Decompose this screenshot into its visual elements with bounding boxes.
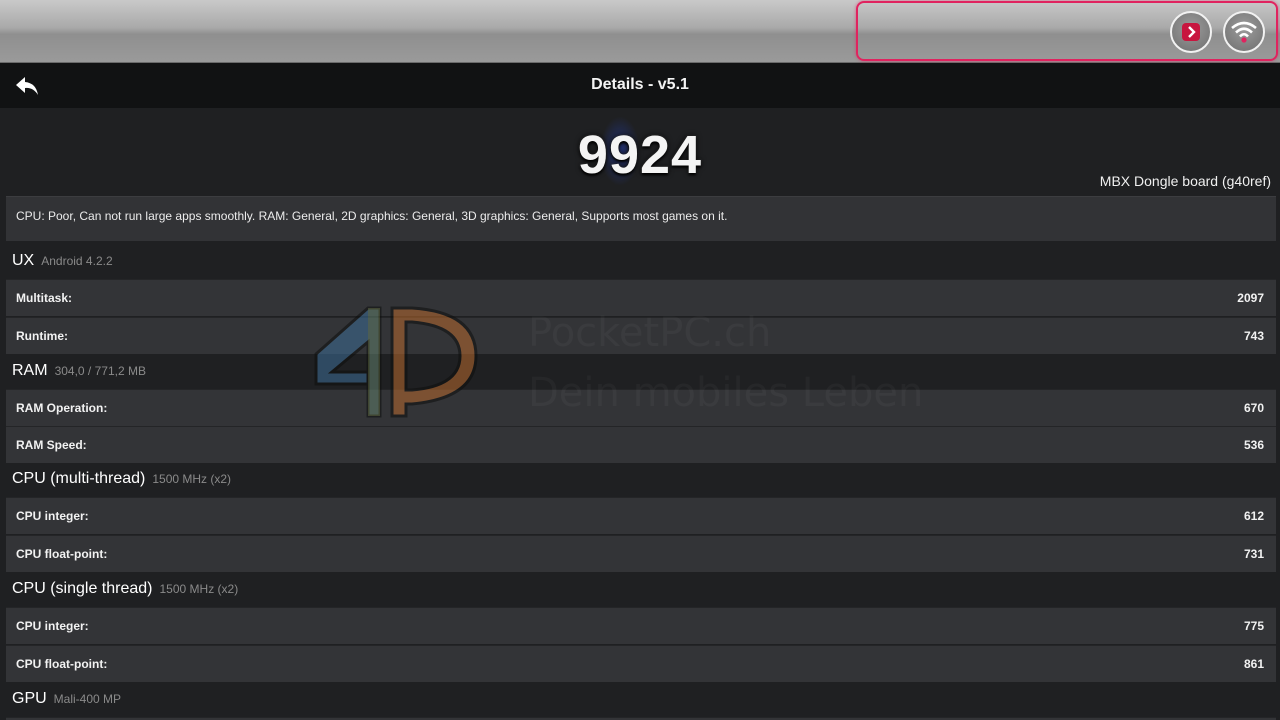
page-title: Details - v5.1 (591, 76, 689, 93)
section-title: CPU (multi-thread) (12, 470, 146, 487)
details-content[interactable]: 9924 MBX Dongle board (g40ref) CPU: Poor… (0, 108, 1280, 720)
section-title: GPU (12, 690, 47, 707)
row-value: 536 (1243, 438, 1264, 452)
row-value: 670 (1243, 401, 1264, 415)
row-label: RAM Operation: (16, 401, 108, 415)
status-bar (0, 0, 1280, 63)
summary-text: CPU: Poor, Can not run large apps smooth… (6, 196, 1276, 241)
table-row[interactable]: RAM Speed: 536 (6, 426, 1276, 463)
table-row[interactable]: CPU float-point: 731 (6, 535, 1276, 572)
table-row[interactable]: CPU integer: 612 (6, 497, 1276, 534)
section-title: RAM (12, 362, 48, 379)
table-row[interactable]: RAM Operation: 670 (6, 389, 1276, 426)
row-label: CPU float-point: (16, 657, 108, 671)
section-title: UX (12, 252, 35, 269)
row-value: 612 (1243, 509, 1264, 523)
row-value: 743 (1243, 329, 1264, 343)
section-subtitle: 1500 MHz (x2) (152, 472, 232, 486)
row-label: Multitask: (16, 291, 73, 305)
wifi-icon[interactable] (1223, 11, 1265, 53)
section-subtitle: Android 4.2.2 (41, 254, 113, 268)
table-row[interactable]: CPU integer: 775 (6, 607, 1276, 644)
app-root: Details - v5.1 9924 MBX Dongle board (g4… (0, 0, 1280, 720)
section-header-ux: UX Android 4.2.2 (12, 252, 113, 270)
row-value: 861 (1243, 657, 1264, 671)
app-notification-icon[interactable] (1170, 11, 1212, 53)
section-subtitle: Mali-400 MP (53, 692, 122, 706)
row-label: RAM Speed: (16, 438, 87, 452)
total-score: 9924 (577, 125, 703, 185)
section-header-cpu-multi: CPU (multi-thread) 1500 MHz (x2) (12, 470, 231, 488)
action-bar: Details - v5.1 (0, 63, 1280, 108)
row-value: 2097 (1237, 291, 1264, 305)
row-label: CPU float-point: (16, 547, 108, 561)
section-title: CPU (single thread) (12, 580, 153, 597)
device-name: MBX Dongle board (g40ref) (1099, 173, 1271, 189)
notification-area[interactable] (856, 1, 1278, 61)
section-header-gpu: GPU Mali-400 MP (12, 690, 121, 708)
section-header-ram: RAM 304,0 / 771,2 MB (12, 362, 146, 380)
row-label: CPU integer: (16, 509, 89, 523)
section-header-cpu-single: CPU (single thread) 1500 MHz (x2) (12, 580, 238, 598)
row-label: CPU integer: (16, 619, 89, 633)
table-row[interactable]: Runtime: 743 (6, 317, 1276, 354)
table-row[interactable]: CPU float-point: 861 (6, 645, 1276, 682)
row-label: Runtime: (16, 329, 68, 343)
row-value: 775 (1243, 619, 1264, 633)
row-value: 731 (1243, 547, 1264, 561)
section-subtitle: 304,0 / 771,2 MB (54, 364, 146, 378)
section-subtitle: 1500 MHz (x2) (159, 582, 239, 596)
table-row[interactable]: Multitask: 2097 (6, 279, 1276, 316)
